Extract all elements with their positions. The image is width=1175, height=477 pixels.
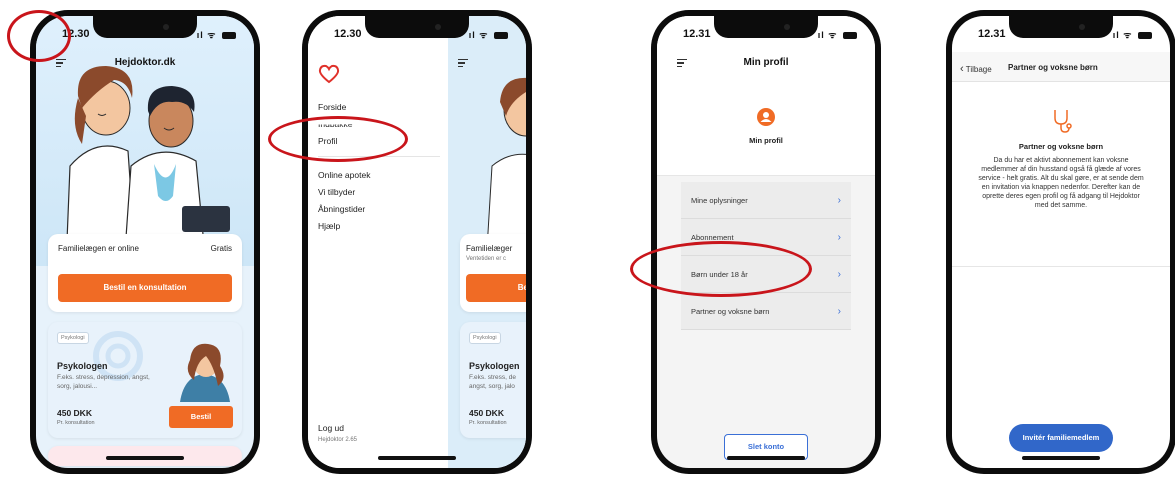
row-partner-voksne-born[interactable]: Partner og voksne børn › xyxy=(681,293,851,330)
psychologist-card-peek: Psykologi Psykologen F.eks. stress, de a… xyxy=(460,322,526,438)
profile-icon xyxy=(757,108,775,126)
price-sub-peek: Pr. konsultation xyxy=(469,420,507,426)
background-home-peek: Familielæger Ventetiden er c Be Psykolog… xyxy=(448,16,526,468)
chevron-right-icon: › xyxy=(837,269,841,280)
menu-screen: 12.30 ıl ᯤ Familielæger Ventetiden er c … xyxy=(308,16,526,468)
phone-profile-screen: 12.31 ıl ᯤ Min profil Min profil Mine op… xyxy=(651,10,881,474)
phone-menu-screen: 12.30 ıl ᯤ Familielæger Ventetiden er c … xyxy=(302,10,532,474)
app-title: Hejdoktor.dk xyxy=(114,57,176,68)
category-tag-peek: Psykologi xyxy=(469,332,501,344)
home-indicator xyxy=(1022,456,1100,460)
online-label: Familielægen er online xyxy=(58,244,139,253)
phone-home-screen: 12.30 ıl ᯤ Hejdoktor.dk Familielægen er … xyxy=(30,10,260,474)
online-card-peek: Familielæger Ventetiden er c Be xyxy=(460,234,526,312)
screenshot-stage: 12.30 ıl ᯤ Hejdoktor.dk Familielægen er … xyxy=(0,0,1175,477)
home-indicator xyxy=(727,456,805,460)
notch xyxy=(714,16,818,38)
book-consultation-button[interactable]: Bestil en konsultation xyxy=(58,274,232,302)
chevron-right-icon: › xyxy=(837,232,841,243)
chevron-right-icon: › xyxy=(837,195,841,206)
side-menu: Forside Indbakke Profil Online apotek Vi… xyxy=(308,16,448,468)
invite-family-member-button[interactable]: Invitér familiemedlem xyxy=(1009,424,1113,452)
status-icons: ıl ᯤ xyxy=(1113,28,1152,41)
doctors-illustration xyxy=(65,66,230,267)
logout-link[interactable]: Log ud xyxy=(318,423,344,433)
app-version: Hejdoktor 2.65 xyxy=(318,437,358,443)
heart-logo-icon xyxy=(318,64,340,84)
menu-icon[interactable] xyxy=(458,59,468,67)
row-mine-oplysninger[interactable]: Mine oplysninger › xyxy=(681,182,851,219)
content-divider xyxy=(952,266,1170,267)
psychologist-title: Psykologen xyxy=(57,361,108,371)
back-label: Tilbage xyxy=(965,65,992,74)
menu-item-abningstider[interactable]: Åbningstider xyxy=(318,204,365,214)
online-sub-peek: Ventetiden er c xyxy=(466,256,507,262)
menu-item-forside[interactable]: Forside xyxy=(318,102,346,112)
partner-screen: 12.31 ıl ᯤ ‹ Tilbage Partner og voksne b… xyxy=(952,16,1170,468)
online-row: Familielægen er online Gratis xyxy=(58,244,232,253)
online-label-peek: Familielæger xyxy=(466,244,513,253)
psychologist-price: 450 DKK xyxy=(57,408,92,418)
book-button-peek[interactable]: Be xyxy=(466,274,526,302)
order-button[interactable]: Bestil xyxy=(169,406,233,428)
notch xyxy=(93,16,197,38)
psychologist-card[interactable]: Psykologi Psykologen F.eks. stress, depr… xyxy=(48,322,242,438)
online-price: Gratis xyxy=(210,244,232,253)
profile-label: Min profil xyxy=(749,136,783,145)
status-icons: ıl ᯤ xyxy=(469,28,508,41)
home-indicator xyxy=(106,456,184,460)
online-card: Familielægen er online Gratis Bestil en … xyxy=(48,234,242,312)
annotation-circle-children xyxy=(630,241,812,297)
psychologist-title-peek: Psykologen xyxy=(469,361,520,371)
woman-illustration xyxy=(180,343,230,402)
menu-item-online-apotek[interactable]: Online apotek xyxy=(318,170,370,180)
explanation-text: Da du har et aktivt abonnement kan voksn… xyxy=(978,157,1144,209)
psychologist-description: F.eks. stress, depression, angst, sorg, … xyxy=(57,374,150,390)
stethoscope-icon xyxy=(1054,110,1072,133)
chevron-right-icon: › xyxy=(837,306,841,317)
notch xyxy=(1009,16,1113,38)
chevron-left-icon: ‹ xyxy=(960,63,964,75)
category-tag: Psykologi xyxy=(57,332,89,344)
status-icons: ıl ᯤ xyxy=(818,28,857,41)
status-time: 12.31 xyxy=(978,28,1006,40)
status-time: 12.31 xyxy=(683,28,711,40)
annotation-circle-profil xyxy=(268,116,408,162)
section-title: Partner og voksne børn xyxy=(1018,142,1104,151)
hero-illustration xyxy=(36,16,254,267)
psychologist-price-sub: Pr. konsultation xyxy=(57,420,95,426)
back-button[interactable]: ‹ Tilbage xyxy=(960,63,992,75)
notch xyxy=(365,16,469,38)
row-label: Mine oplysninger xyxy=(691,196,748,205)
row-label: Partner og voksne børn xyxy=(691,307,770,316)
annotation-circle-menu xyxy=(7,10,71,62)
user-silhouette-icon xyxy=(760,112,772,122)
screen-title: Partner og voksne børn xyxy=(1008,63,1098,72)
menu-item-vi-tilbyder[interactable]: Vi tilbyder xyxy=(318,187,355,197)
home-screen: 12.30 ıl ᯤ Hejdoktor.dk Familielægen er … xyxy=(36,16,254,468)
phone-partner-screen: 12.31 ıl ᯤ ‹ Tilbage Partner og voksne b… xyxy=(946,10,1175,474)
price-peek: 450 DKK xyxy=(469,408,504,418)
home-indicator xyxy=(378,456,456,460)
screen-title: Min profil xyxy=(743,57,789,68)
status-time: 12.30 xyxy=(334,28,362,40)
status-icons: ıl ᯤ xyxy=(197,28,236,41)
psychologist-desc-peek: F.eks. stress, de angst, sorg, jalo xyxy=(469,374,516,390)
menu-item-hjaelp[interactable]: Hjælp xyxy=(318,221,340,231)
